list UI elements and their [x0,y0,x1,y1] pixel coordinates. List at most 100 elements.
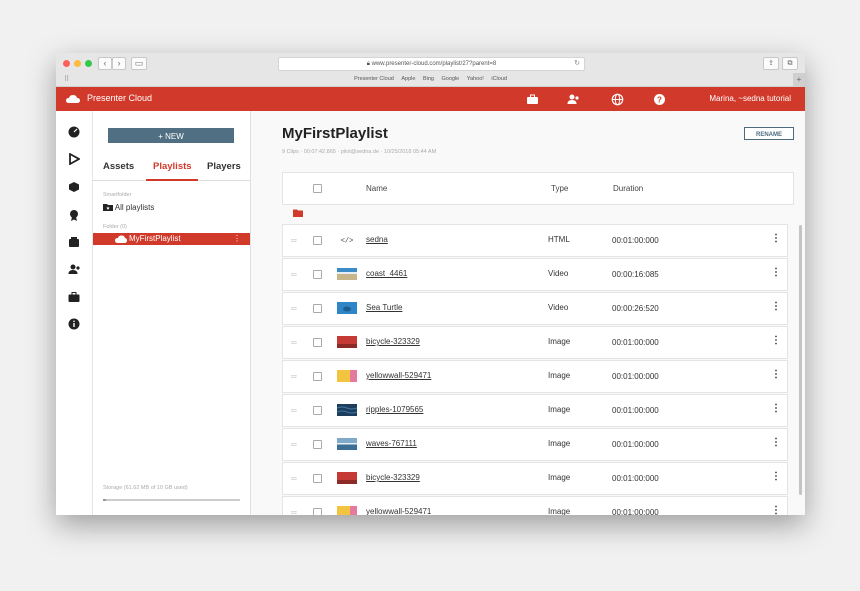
select-all-checkbox[interactable] [313,184,322,193]
tab-players[interactable]: Players [207,161,241,172]
row-checkbox[interactable] [313,474,322,483]
new-button[interactable]: + NEW [108,128,234,143]
clip-name[interactable]: waves-767111 [366,439,417,448]
bookmark-item[interactable]: Google [442,76,460,82]
column-name[interactable]: Name [366,184,387,193]
table-row[interactable]: ═ yellowwall-529471 Image 00:01:00:000 ⋮ [282,496,788,515]
table-row[interactable]: ═ </> sedna HTML 00:01:00:000 ⋮ [282,224,788,257]
reload-icon[interactable]: ↻ [574,58,580,70]
drag-handle-icon[interactable]: ═ [291,304,297,313]
clip-name[interactable]: sedna [366,235,388,244]
tab-playlists[interactable]: Playlists [153,161,192,172]
row-checkbox[interactable] [313,508,322,515]
rename-button[interactable]: RENAME [744,127,794,140]
storage-label: Storage (61.62 MB of 10 GB used) [103,485,188,491]
address-bar[interactable]: 🔒︎ www.presenter-cloud.com/playlist/27?p… [278,57,585,71]
table-row[interactable]: ═ Sea Turtle Video 00:00:26:520 ⋮ [282,292,788,325]
table-row[interactable]: ═ waves-767111 Image 00:01:00:000 ⋮ [282,428,788,461]
row-more-icon[interactable]: ⋮ [771,267,781,278]
folder-icon[interactable] [293,209,303,217]
dashboard-icon[interactable] [68,126,80,138]
briefcase-icon[interactable] [526,93,539,106]
bookmark-item[interactable]: Yahoo! [467,76,484,82]
clip-duration: 00:01:00:000 [612,338,659,347]
cloud-logo-icon[interactable] [66,94,80,104]
table-row[interactable]: ═ ripples-1079565 Image 00:01:00:000 ⋮ [282,394,788,427]
row-more-icon[interactable]: ⋮ [771,301,781,312]
row-more-icon[interactable]: ⋮ [771,403,781,414]
table-row[interactable]: ═ bicycle-323329 Image 00:01:00:000 ⋮ [282,326,788,359]
drag-handle-icon[interactable]: ═ [291,338,297,347]
bookmark-item[interactable]: Presenter Cloud [354,76,394,82]
table-row[interactable]: ═ coast_4461 Video 00:00:16:085 ⋮ [282,258,788,291]
drag-handle-icon[interactable]: ═ [291,406,297,415]
main-content: MyFirstPlaylist 9 Clips · 00:07:42.865 ·… [251,111,805,515]
tabs-overview-icon[interactable]: ⧉ [782,57,798,70]
clip-name[interactable]: ripples-1079565 [366,405,423,414]
info-icon[interactable] [68,318,80,330]
column-type[interactable]: Type [551,184,568,193]
row-checkbox[interactable] [313,406,322,415]
globe-icon[interactable] [611,93,624,106]
scrollbar[interactable] [799,225,802,495]
app-header: Presenter Cloud ? Marina, ~sedna tutoria… [56,87,805,112]
clip-duration: 00:01:00:000 [612,508,659,515]
media-icon[interactable] [68,236,80,248]
row-checkbox[interactable] [313,440,322,449]
row-more-icon[interactable]: ⋮ [771,369,781,380]
bookmark-item[interactable]: Apple [401,76,415,82]
more-options-icon[interactable]: ⋮ [233,233,241,245]
table-row[interactable]: ═ bicycle-323329 Image 00:01:00:000 ⋮ [282,462,788,495]
clip-type: Image [548,439,571,448]
bicycle-thumbnail [337,336,357,348]
bookmark-item[interactable]: Bing [423,76,434,82]
table-row[interactable]: ═ yellowwall-529471 Image 00:01:00:000 ⋮ [282,360,788,393]
svg-text:</>: </> [341,238,354,246]
maximize-window-button[interactable] [85,60,92,67]
share-icon[interactable]: ⇪ [763,57,779,70]
row-checkbox[interactable] [313,338,322,347]
briefcase-nav-icon[interactable] [68,291,80,303]
drag-handle-icon[interactable]: ═ [291,236,297,245]
row-more-icon[interactable]: ⋮ [771,505,781,515]
drag-handle-icon[interactable]: ═ [291,508,297,515]
close-window-button[interactable] [63,60,70,67]
clip-name[interactable]: Sea Turtle [366,303,402,312]
clip-name[interactable]: yellowwall-529471 [366,371,431,380]
clip-name[interactable]: yellowwall-529471 [366,507,431,515]
bookmark-item[interactable]: iCloud [491,76,507,82]
clip-name[interactable]: coast_4461 [366,269,407,278]
cube-icon[interactable] [68,181,80,193]
clip-name[interactable]: bicycle-323329 [366,337,420,346]
user-management-icon[interactable] [68,263,80,275]
play-icon[interactable] [68,153,80,165]
column-duration[interactable]: Duration [613,184,643,193]
clip-type: Image [548,371,571,380]
drag-handle-icon[interactable]: ═ [291,440,297,449]
users-icon[interactable] [567,93,580,106]
all-playlists-item[interactable]: All playlists [103,203,154,212]
back-button[interactable]: ‹ [98,57,112,70]
award-icon[interactable] [68,209,80,221]
forward-button[interactable]: › [112,57,126,70]
row-more-icon[interactable]: ⋮ [771,233,781,244]
drag-handle-icon[interactable]: ═ [291,270,297,279]
clip-name[interactable]: bicycle-323329 [366,473,420,482]
row-checkbox[interactable] [313,270,322,279]
row-checkbox[interactable] [313,304,322,313]
tab-assets[interactable]: Assets [103,161,134,172]
drag-handle-icon[interactable]: ═ [291,474,297,483]
row-checkbox[interactable] [313,236,322,245]
help-icon[interactable]: ? [653,93,666,106]
brand-name[interactable]: Presenter Cloud [87,93,152,103]
row-more-icon[interactable]: ⋮ [771,335,781,346]
row-more-icon[interactable]: ⋮ [771,437,781,448]
row-checkbox[interactable] [313,372,322,381]
sidebar-toggle-icon[interactable]: ▭ [131,57,147,70]
minimize-window-button[interactable] [74,60,81,67]
user-menu[interactable]: Marina, ~sedna tutorial [709,94,791,103]
row-more-icon[interactable]: ⋮ [771,471,781,482]
drag-handle-icon[interactable]: ═ [291,372,297,381]
playlist-item-selected[interactable]: MyFirstPlaylist ⋮ [93,233,250,245]
new-tab-button[interactable]: + [793,73,805,86]
